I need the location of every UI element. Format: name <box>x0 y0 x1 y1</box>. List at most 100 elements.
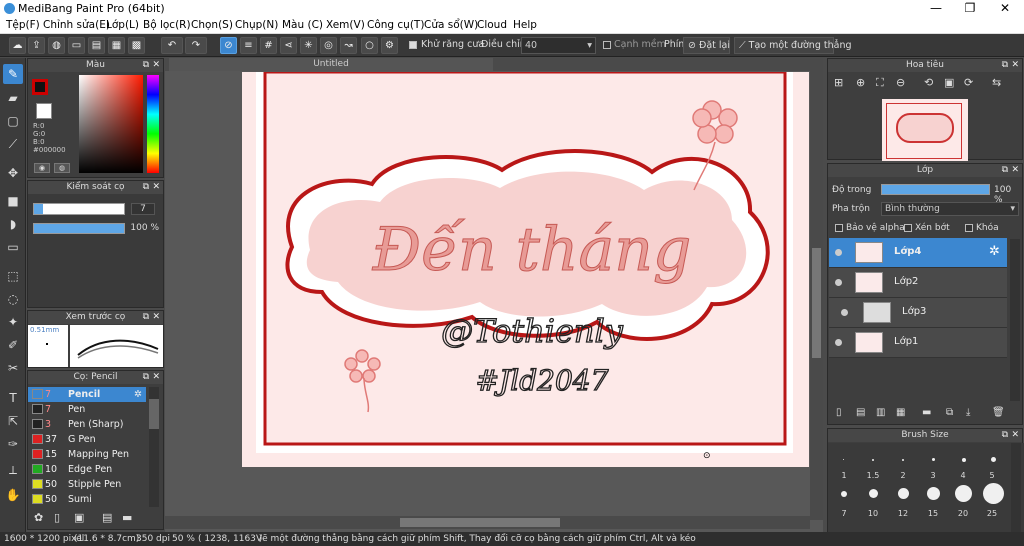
menu-layer[interactable]: Lớp(L) <box>106 19 139 31</box>
snap-settings-icon[interactable]: ⚙ <box>381 37 398 54</box>
menu-file[interactable]: Tệp(F) <box>6 19 40 31</box>
pages-icon[interactable]: ▦ <box>108 37 125 54</box>
page-icon[interactable]: ▤ <box>88 37 105 54</box>
redo-icon[interactable]: ↷ <box>185 37 207 54</box>
folder-icon[interactable]: ▬ <box>922 407 931 418</box>
scroll-thumb[interactable] <box>400 518 560 527</box>
menu-window[interactable]: Cửa sổ(W) <box>424 19 478 31</box>
blend-mode-select[interactable]: Bình thường ▾ <box>881 202 1019 216</box>
brush-size-dot[interactable] <box>869 489 878 498</box>
rotate-left-icon[interactable]: ⟲ <box>924 76 933 89</box>
menu-edit[interactable]: Chỉnh sửa(E) <box>43 19 110 31</box>
menu-cloud[interactable]: Cloud <box>477 19 507 31</box>
brush-item[interactable]: 10 Edge Pen <box>28 462 146 477</box>
eyedropper-tool-icon[interactable]: ✑ <box>3 434 23 454</box>
eraser-tool-icon[interactable]: ▰ <box>3 88 23 108</box>
gear-icon[interactable]: ✲ <box>134 387 142 402</box>
text-tool-icon[interactable]: T <box>3 388 23 408</box>
brush-item[interactable]: 37 G Pen <box>28 432 146 447</box>
brush-size-slider[interactable] <box>33 203 125 215</box>
scroll-thumb[interactable] <box>812 248 821 358</box>
layer-row[interactable]: Lớp3 <box>829 298 1007 328</box>
bucket-tool-icon[interactable]: ◗ <box>3 214 23 234</box>
scroll-thumb[interactable] <box>149 399 159 429</box>
lasso-tool-icon[interactable]: ◌ <box>3 289 23 309</box>
brush-item[interactable]: 7 Pen <box>28 402 146 417</box>
brush-item[interactable]: 50 Sumi <box>28 492 146 507</box>
fit-window-icon[interactable]: ▣ <box>944 76 954 89</box>
brush-size-value[interactable]: 7 <box>131 203 155 215</box>
visibility-eye-icon[interactable] <box>841 309 848 316</box>
divide-tool-icon[interactable]: ⟂ <box>3 460 23 480</box>
select-eraser-tool-icon[interactable]: ✂ <box>3 358 23 378</box>
antialias-checkbox[interactable] <box>409 41 417 49</box>
line-tool-icon[interactable]: ⟋ <box>3 134 23 154</box>
radial-snap-icon[interactable]: ✳ <box>300 37 317 54</box>
zoom-in-icon[interactable]: ⊕ <box>856 76 865 89</box>
brush-size-scrollbar[interactable] <box>1011 443 1021 533</box>
add-brush-icon[interactable]: ▣ <box>74 511 84 524</box>
close-icon[interactable]: ✕ <box>152 311 160 324</box>
select-pen-tool-icon[interactable]: ✐ <box>3 335 23 355</box>
magic-wand-tool-icon[interactable]: ✦ <box>3 312 23 332</box>
zoom-out-icon[interactable]: ⊖ <box>896 76 905 89</box>
brush-size-dot[interactable] <box>841 491 847 497</box>
menu-tools[interactable]: Công cụ(T) <box>367 19 424 31</box>
cloud-icon[interactable]: ☁ <box>9 37 26 54</box>
actual-size-icon[interactable]: ⛶ <box>876 76 884 90</box>
minimize-button[interactable]: — <box>918 0 954 17</box>
canvas-horizontal-scrollbar[interactable] <box>165 516 810 529</box>
no-snap-icon[interactable]: ⊘ <box>220 37 237 54</box>
saturation-value-picker[interactable] <box>79 75 143 173</box>
visibility-eye-icon[interactable] <box>835 249 842 256</box>
halftone-layer-icon[interactable]: ▦ <box>896 407 905 418</box>
brush-item[interactable]: 15 Mapping Pen <box>28 447 146 462</box>
popout-icon[interactable]: ⧉ <box>1002 164 1008 177</box>
brush-size-dot[interactable] <box>898 488 909 499</box>
brush-size-dot[interactable] <box>962 458 966 462</box>
chat-icon[interactable]: ◍ <box>48 37 65 54</box>
brush-size-dot[interactable] <box>991 457 996 462</box>
menu-view[interactable]: Xem(V) <box>326 19 365 31</box>
gear-icon[interactable]: ✲ <box>989 244 1000 259</box>
brush-list-scrollbar[interactable] <box>149 387 159 507</box>
select-tool-icon[interactable]: ⬚ <box>3 266 23 286</box>
menu-select[interactable]: Chọn(S) <box>191 19 233 31</box>
brush-opacity-slider[interactable] <box>33 223 125 234</box>
new-1bit-layer-icon[interactable]: ▥ <box>876 407 885 418</box>
menu-help[interactable]: Help <box>513 19 537 31</box>
undo-icon[interactable]: ↶ <box>161 37 183 54</box>
layer-opacity-slider[interactable] <box>881 184 990 195</box>
popout-icon[interactable]: ⧉ <box>143 311 149 324</box>
tab-untitled[interactable]: Untitled <box>169 58 493 71</box>
visibility-eye-icon[interactable] <box>835 279 842 286</box>
soft-edge-checkbox[interactable] <box>603 41 611 49</box>
brush-size-dot[interactable] <box>955 485 972 502</box>
new-brush-icon[interactable]: ▯ <box>54 511 60 524</box>
main-color-swatch[interactable] <box>32 79 48 95</box>
visibility-eye-icon[interactable] <box>835 339 842 346</box>
close-icon[interactable]: ✕ <box>152 371 160 384</box>
close-icon[interactable]: ✕ <box>1011 59 1019 72</box>
grid-icon[interactable]: ▩ <box>128 37 145 54</box>
close-icon[interactable]: ✕ <box>152 59 160 72</box>
add-cloud-brush-icon[interactable]: ✿ <box>34 511 43 524</box>
popout-icon[interactable]: ⧉ <box>1002 429 1008 442</box>
merge-down-icon[interactable]: ⤓ <box>966 407 970 418</box>
new-8bit-layer-icon[interactable]: ▤ <box>856 407 865 418</box>
operation-tool-icon[interactable]: ⇱ <box>3 411 23 431</box>
hand-tool-icon[interactable]: ✋ <box>3 485 23 505</box>
share-icon[interactable]: ⇪ <box>28 37 45 54</box>
palette-icon[interactable]: ◉ <box>34 163 50 173</box>
layer-row[interactable]: Lớp2 <box>829 268 1007 298</box>
shape-tool-icon[interactable]: ▢ <box>3 111 23 131</box>
brush-size-dot[interactable] <box>902 459 904 461</box>
brush-size-dot[interactable] <box>932 458 935 461</box>
maximize-button[interactable]: ❐ <box>952 0 988 17</box>
close-button[interactable]: ✕ <box>987 0 1023 17</box>
close-icon[interactable]: ✕ <box>1011 429 1019 442</box>
popout-icon[interactable]: ⧉ <box>1002 59 1008 72</box>
menu-snap[interactable]: Chụp(N) <box>235 19 278 31</box>
adjust-select[interactable]: 40 ▾ <box>521 37 596 54</box>
navigator-thumbnail[interactable] <box>882 99 968 161</box>
